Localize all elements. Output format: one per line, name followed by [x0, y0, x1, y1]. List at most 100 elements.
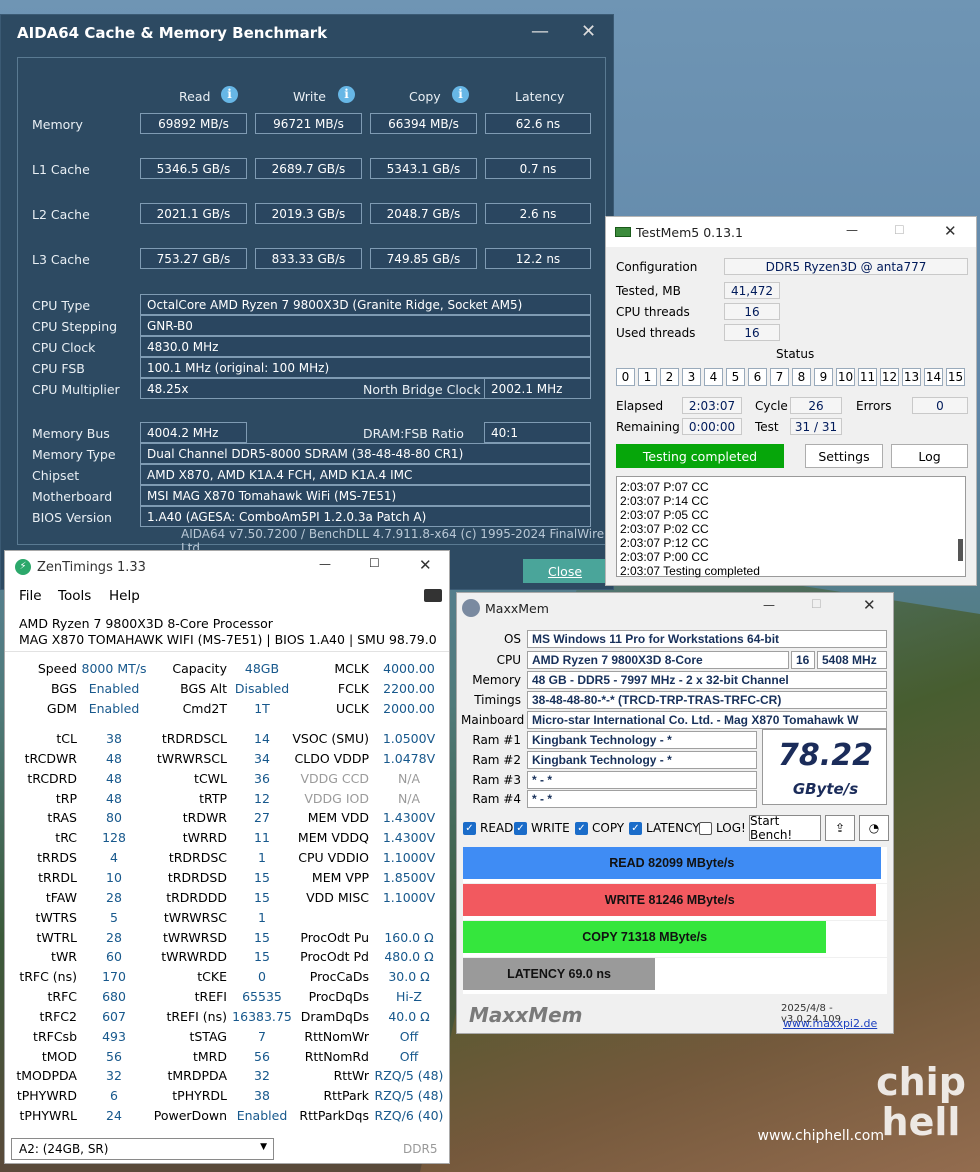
elapsed-value: 2:03:07: [682, 397, 742, 414]
nb-clock-value: 2002.1 MHz: [484, 378, 591, 399]
log-scrollbar[interactable]: [958, 539, 963, 561]
gauge-icon[interactable]: ◔: [859, 815, 889, 841]
timing-value: 607: [102, 1008, 126, 1024]
menu-help[interactable]: Help: [109, 588, 140, 604]
cpu-clock-label: CPU Clock: [32, 340, 96, 355]
timing-label: tRCDRD: [27, 770, 77, 786]
minimize-icon[interactable]: —: [763, 598, 775, 612]
website-link[interactable]: www.maxxpi2.de: [783, 1017, 877, 1030]
log-button[interactable]: Log: [891, 444, 968, 468]
timing-value: 4: [110, 850, 118, 866]
maxxmem-logo: MaxxMem: [469, 1003, 583, 1027]
log-line: 2:03:07 P:05 CC: [620, 508, 709, 522]
timing-label: VDDG IOD: [304, 790, 369, 806]
timing-label: tRC: [55, 830, 77, 846]
status-indicator: Testing completed: [616, 444, 784, 468]
timing-value: 40.0 Ω: [388, 1008, 430, 1024]
upload-icon[interactable]: ⇪: [825, 815, 855, 841]
timing-label: UCLK: [335, 701, 369, 716]
timing-label: CPU VDDIO: [298, 850, 369, 866]
minimize-icon[interactable]: —: [319, 557, 331, 571]
timing-label: tRDRDSD: [167, 869, 227, 885]
latency-checkbox[interactable]: ✓ LATENCY: [629, 821, 700, 835]
latency-bar-label: LATENCY 69.0 ns: [507, 967, 611, 981]
menu-file[interactable]: File: [19, 588, 42, 604]
timing-label: tRFC2: [39, 1008, 77, 1024]
camera-icon[interactable]: [424, 589, 442, 602]
row-label: L2 Cache: [32, 207, 90, 222]
timing-value: 493: [102, 1028, 126, 1044]
cpu-value: AMD Ryzen 7 9800X3D 8-Core: [527, 651, 789, 669]
memory-value: 48 GB - DDR5 - 7997 MHz - 2 x 32-bit Cha…: [527, 671, 887, 689]
cpu-fsb-value: 100.1 MHz (original: 100 MHz): [140, 357, 591, 378]
testmem5-window: TestMem5 0.13.1 — ☐ ✕ Configuration DDR5…: [605, 216, 977, 586]
cpu-threads-label: CPU threads: [616, 305, 690, 319]
write-checkbox[interactable]: ✓ WRITE: [514, 821, 570, 835]
read-checkbox[interactable]: ✓ READ: [463, 821, 513, 835]
row-label: Memory: [32, 117, 83, 132]
l3-copy: 749.85 GB/s: [370, 248, 477, 269]
log-checkbox-label: LOG!: [716, 821, 746, 835]
timing-label: tCKE: [197, 969, 227, 985]
dram-fsb-value: 40:1: [484, 422, 591, 443]
close-icon[interactable]: ✕: [419, 556, 432, 574]
timing-value: 32: [106, 1068, 122, 1084]
timing-value: 6: [110, 1088, 118, 1104]
timing-label: tWRRD: [182, 830, 227, 846]
timing-label: ProcDqDs: [308, 989, 369, 1005]
info-icon[interactable]: i: [221, 86, 238, 103]
close-icon[interactable]: ✕: [581, 21, 596, 42]
cpu-type-label: CPU Type: [32, 298, 91, 313]
log-output[interactable]: 2:03:07 P:07 CC 2:03:07 P:14 CC 2:03:07 …: [616, 476, 966, 578]
bios-value: 1.A40 (AGESA: ComboAm5PI 1.2.0.3a Patch …: [140, 506, 591, 527]
thread-status: 10: [836, 368, 855, 386]
maxx-title: MaxxMem: [485, 600, 549, 616]
timing-label: tPHYWRD: [16, 1088, 77, 1104]
timing-value: 56: [106, 1048, 122, 1064]
mem-bus-label: Memory Bus: [32, 426, 110, 441]
timing-value: 160.0 Ω: [384, 929, 434, 945]
timing-value: Enabled: [88, 701, 140, 716]
timing-value: 170: [102, 969, 126, 985]
timing-value: 24: [106, 1108, 122, 1124]
timing-label: FCLK: [337, 681, 369, 696]
info-icon[interactable]: i: [452, 86, 469, 103]
thread-status: 15: [946, 368, 965, 386]
read-bar-track: READ 82099 MByte/s: [463, 847, 887, 883]
maximize-icon[interactable]: ☐: [369, 556, 380, 570]
settings-button[interactable]: Settings: [805, 444, 883, 468]
motherboard-label: Motherboard: [32, 489, 113, 504]
timing-value: 11: [254, 830, 270, 846]
timing-value: 15: [254, 949, 270, 965]
timing-label: tPHYWRL: [19, 1108, 77, 1124]
l2-write: 2019.3 GB/s: [255, 203, 362, 224]
test-value: 31 / 31: [790, 418, 842, 435]
menu-tools[interactable]: Tools: [58, 588, 91, 604]
timing-label: tWRWRDD: [161, 949, 227, 965]
copy-checkbox[interactable]: ✓ COPY: [575, 821, 624, 835]
timing-label: PowerDown: [153, 1108, 227, 1124]
write-checkbox-label: WRITE: [531, 821, 570, 835]
timing-value: RZQ/5 (48): [374, 1068, 444, 1084]
start-bench-button[interactable]: Start Bench!: [749, 814, 821, 842]
unchecked-box-icon: [699, 821, 712, 835]
close-icon[interactable]: ✕: [944, 222, 957, 240]
timing-label: tWTRS: [35, 909, 77, 925]
timing-value: 1.4300V: [382, 810, 436, 826]
score-unit: GByte/s: [792, 780, 859, 798]
nb-clock-label: North Bridge Clock: [363, 382, 481, 397]
minimize-icon[interactable]: —: [531, 21, 549, 42]
zen-title: ZenTimings 1.33: [37, 559, 146, 575]
minimize-icon[interactable]: —: [846, 223, 858, 237]
aida64-window: AIDA64 Cache & Memory Benchmark — ✕ Read…: [0, 14, 614, 590]
timing-label: tWRWRSD: [162, 929, 227, 945]
latency-bar-track: LATENCY 69.0 ns: [463, 958, 887, 994]
used-threads-label: Used threads: [616, 326, 696, 340]
close-icon[interactable]: ✕: [863, 596, 876, 614]
close-button[interactable]: Close: [523, 559, 607, 583]
info-icon[interactable]: i: [338, 86, 355, 103]
log-checkbox[interactable]: LOG!: [699, 821, 746, 835]
dimm-select[interactable]: A2: (24GB, SR) ▼: [11, 1138, 274, 1160]
row-label: L1 Cache: [32, 162, 90, 177]
timing-label: tCL: [56, 731, 77, 746]
